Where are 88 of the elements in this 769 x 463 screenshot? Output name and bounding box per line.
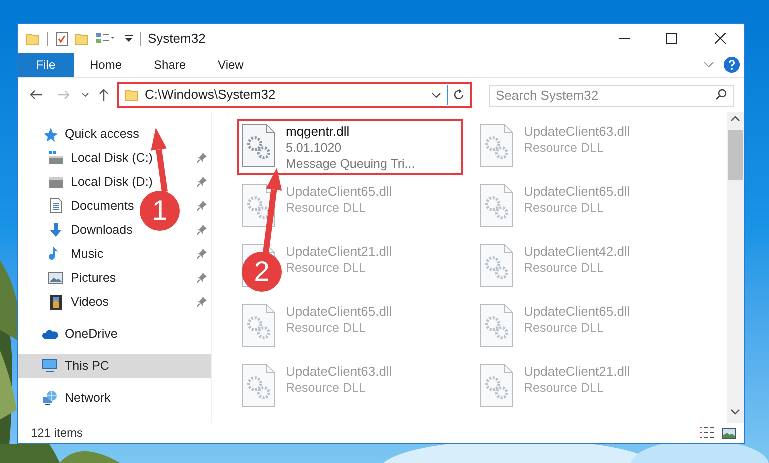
scrollbar[interactable]: [727, 112, 744, 423]
refresh-icon[interactable]: [453, 89, 465, 101]
nav-item[interactable]: Local Disk (C:): [18, 146, 157, 170]
nav-item[interactable]: Downloads: [18, 218, 137, 242]
address-bar[interactable]: C:\Windows\System32: [117, 82, 472, 108]
nav-item[interactable]: Music: [18, 242, 108, 266]
file-detail: 5.01.1020: [286, 140, 343, 156]
file-name: UpdateClient65.dll: [286, 304, 392, 320]
close-icon[interactable]: [715, 33, 726, 44]
address-path: C:\Windows\System32: [145, 86, 277, 104]
scrollbar-thumb[interactable]: [728, 130, 743, 180]
nav-item[interactable]: Videos: [18, 290, 113, 314]
document-icon: [48, 198, 64, 214]
nav-item[interactable]: Quick access: [18, 122, 144, 146]
ribbon-tab[interactable]: File: [18, 53, 74, 77]
properties-icon[interactable]: [55, 30, 69, 46]
file-detail: Resource DLL: [286, 380, 367, 396]
file-detail: Resource DLL: [524, 140, 605, 156]
chevron-down-icon[interactable]: [82, 93, 89, 97]
file-gears-icon: [480, 364, 514, 408]
file-gears-icon: [242, 304, 276, 348]
nav-item[interactable]: Pictures: [18, 266, 120, 290]
pin-icon[interactable]: [197, 273, 207, 283]
file-detail: Resource DLL: [524, 260, 605, 276]
file-name: UpdateClient65.dll: [524, 184, 630, 200]
down-arrow-icon: [48, 222, 64, 238]
large-icons-view-icon[interactable]: [722, 428, 736, 438]
drive-icon: [48, 150, 64, 166]
file-detail: Resource DLL: [286, 200, 367, 216]
file-gears-icon: [480, 184, 514, 228]
nav-item[interactable]: Network: [18, 386, 115, 410]
picture-icon: [48, 270, 64, 286]
ribbon-tab[interactable]: Share: [138, 53, 202, 77]
file-name: UpdateClient21.dll: [286, 244, 392, 260]
pin-icon[interactable]: [197, 297, 207, 307]
item-count: 121 items: [31, 425, 84, 442]
minimize-icon[interactable]: [619, 38, 630, 40]
file-name: UpdateClient65.dll: [524, 304, 630, 320]
file-name: mqgentr.dll: [286, 124, 351, 140]
pin-icon[interactable]: [197, 153, 207, 163]
back-arrow-icon[interactable]: [30, 90, 42, 100]
file-name: UpdateClient63.dll: [286, 364, 392, 380]
pin-icon[interactable]: [197, 225, 207, 235]
ribbon-tab[interactable]: Home: [74, 53, 138, 77]
nav-item[interactable]: Local Disk (D:): [18, 170, 157, 194]
file-detail: Resource DLL: [286, 320, 367, 336]
file-detail: Resource DLL: [524, 200, 605, 216]
up-arrow-icon[interactable]: [99, 89, 109, 101]
file-name: UpdateClient65.dll: [286, 184, 392, 200]
file-name: UpdateClient63.dll: [524, 124, 630, 140]
details-view-icon[interactable]: [699, 426, 715, 440]
drive-icon: [48, 174, 64, 190]
file-detail: Resource DLL: [524, 380, 605, 396]
network-icon: [42, 390, 58, 406]
nav-item[interactable]: This PC: [18, 354, 211, 378]
file-name: UpdateClient21.dll: [524, 364, 630, 380]
chevron-up-icon[interactable]: [731, 116, 740, 122]
highlighted-file-item[interactable]: mqgentr.dll 5.01.1020 Message Queuing Tri...: [237, 119, 463, 175]
dropdown-icon[interactable]: [125, 34, 133, 42]
window-title: System32: [148, 30, 206, 48]
file-detail: Resource DLL: [286, 260, 367, 276]
file-gears-icon: [242, 184, 276, 228]
pin-icon[interactable]: [197, 201, 207, 211]
list-icon[interactable]: [95, 32, 117, 46]
file-detail: Message Queuing Tri...: [286, 156, 416, 172]
film-icon: [48, 294, 64, 310]
file-gears-icon: [242, 124, 276, 168]
file-name: UpdateClient42.dll: [524, 244, 630, 260]
file-gears-icon: [480, 304, 514, 348]
nav-item[interactable]: OneDrive: [18, 322, 122, 346]
search-icon[interactable]: [716, 89, 727, 100]
chevron-down-icon[interactable]: [432, 92, 441, 98]
monitor-icon: [42, 358, 58, 374]
file-gears-icon: [242, 364, 276, 408]
ribbon-tab[interactable]: View: [202, 53, 260, 77]
chevron-down-icon[interactable]: [731, 409, 740, 415]
pin-icon[interactable]: [197, 177, 207, 187]
file-gears-icon: [480, 244, 514, 288]
pin-icon[interactable]: [197, 249, 207, 259]
maximize-icon[interactable]: [666, 33, 677, 44]
nav-item[interactable]: Documents: [18, 194, 138, 218]
folder-icon: [125, 88, 139, 102]
file-gears-icon: [480, 124, 514, 168]
search-field[interactable]: Search System32: [489, 84, 734, 106]
star-icon: [42, 126, 58, 142]
help-icon[interactable]: [724, 57, 740, 73]
file-detail: Resource DLL: [524, 320, 605, 336]
pointer-arrow: [151, 128, 168, 192]
